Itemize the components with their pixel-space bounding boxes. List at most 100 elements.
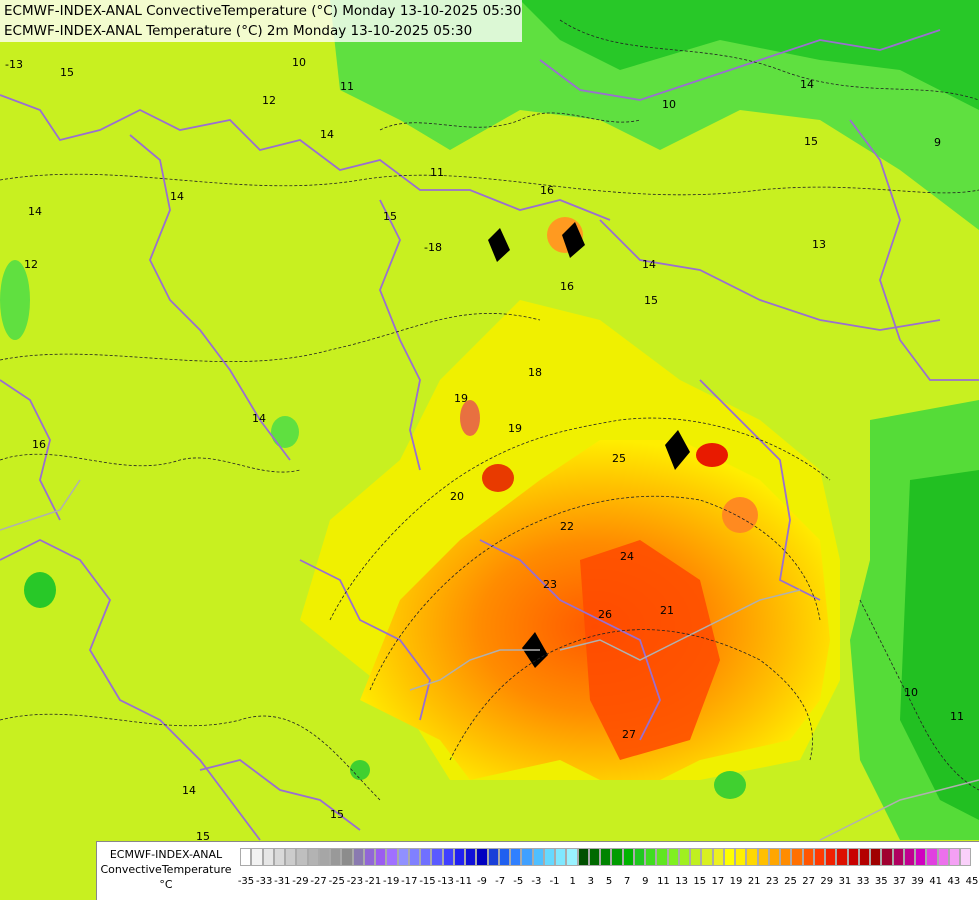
legend-swatch (442, 848, 454, 866)
contour-label: 25 (612, 452, 626, 465)
legend-swatch (285, 848, 297, 866)
hot-spot (482, 464, 514, 492)
legend-swatch (453, 848, 465, 866)
contour-label: 14 (800, 78, 814, 91)
legend-swatch (476, 848, 488, 866)
legend-tick-label: 15 (693, 876, 707, 887)
legend-swatch (487, 848, 499, 866)
legend-tick-label: -27 (310, 876, 327, 887)
legend-swatch (757, 848, 769, 866)
legend-swatch (926, 848, 938, 866)
legend-swatch (296, 848, 308, 866)
legend-swatch (431, 848, 443, 866)
legend-swatch (498, 848, 510, 866)
contour-label: 14 (28, 205, 42, 218)
contour-label: 16 (560, 280, 574, 293)
legend-swatch (768, 848, 780, 866)
legend-caption-unit: °C (159, 878, 173, 891)
legend-tick-label: -35 (237, 876, 255, 887)
contour-label: 24 (620, 550, 634, 563)
legend-swatch (273, 848, 285, 866)
contour-label: 14 (170, 190, 184, 203)
legend-tick-label: 45 (965, 876, 979, 887)
legend-swatch (543, 848, 555, 866)
contour-label: 26 (598, 608, 612, 621)
legend-tick-label: 31 (838, 876, 852, 887)
hot-spot (460, 400, 480, 436)
contour-label: 14 (320, 128, 334, 141)
contour-label: 16 (32, 438, 46, 451)
legend-swatch (240, 848, 252, 866)
contour-label: 21 (660, 604, 674, 617)
legend-swatch (318, 848, 330, 866)
contour-label: 10 (662, 98, 676, 111)
legend-swatch (633, 848, 645, 866)
legend-tick-label: 33 (856, 876, 870, 887)
map-title-convective: ECMWF-INDEX-ANAL ConvectiveTemperature (… (4, 3, 522, 19)
legend-tick-label: 37 (893, 876, 906, 887)
legend-swatch (397, 848, 409, 866)
legend-swatch (375, 848, 387, 866)
legend-swatch (712, 848, 724, 866)
legend-tick-label: -13 (437, 876, 454, 887)
legend-swatch (892, 848, 904, 866)
map-title-box: ECMWF-INDEX-ANAL ConvectiveTemperature (… (0, 0, 522, 42)
contour-label: 12 (24, 258, 38, 271)
legend-tick-label: 35 (874, 876, 888, 887)
legend-color-ramp (240, 848, 972, 866)
legend-tick-label: 23 (765, 876, 779, 887)
legend-tick-label: -29 (292, 876, 309, 887)
legend-tick-label: 29 (820, 876, 834, 887)
legend-swatch (352, 848, 364, 866)
legend-swatch (701, 848, 713, 866)
contour-label: 22 (560, 520, 574, 533)
legend-swatch (813, 848, 825, 866)
legend-swatch (645, 848, 657, 866)
legend-swatch (690, 848, 702, 866)
legend-swatch (678, 848, 690, 866)
legend-swatch (791, 848, 803, 866)
contour-label: 19 (508, 422, 522, 435)
legend-swatch (937, 848, 949, 866)
legend-swatch (510, 848, 522, 866)
legend-swatch (836, 848, 848, 866)
legend-swatch (915, 848, 927, 866)
contour-label: 14 (642, 258, 656, 271)
cool-spot (0, 260, 30, 340)
legend-tick-label: -31 (274, 876, 291, 887)
legend-tick-label: 39 (911, 876, 924, 887)
legend-swatch (341, 848, 353, 866)
legend-tick-label: 43 (947, 876, 961, 887)
contour-label: 15 (330, 808, 344, 821)
legend-tick-label: 25 (784, 876, 797, 887)
color-legend: ECMWF-INDEX-ANAL ConvectiveTemperature °… (96, 841, 979, 900)
contour-label: 10 (292, 56, 306, 69)
legend-swatch (870, 848, 882, 866)
legend-tick-label: -11 (455, 876, 472, 887)
legend-tick-label: -15 (419, 876, 436, 887)
contour-label: 15 (383, 210, 397, 223)
legend-tick-label: 11 (657, 876, 670, 887)
contour-label: -18 (424, 241, 442, 254)
legend-swatch (465, 848, 477, 866)
legend-tick-label: -5 (513, 876, 524, 887)
legend-swatch (566, 848, 578, 866)
legend-swatch (825, 848, 837, 866)
hot-spot (722, 497, 758, 533)
legend-tick-label: 19 (729, 876, 743, 887)
legend-tick-label: 41 (929, 876, 943, 887)
legend-tick-label: -33 (255, 876, 273, 887)
cool-spot (350, 760, 370, 780)
contour-label: 18 (528, 366, 542, 379)
legend-swatch (960, 848, 972, 866)
legend-swatch (588, 848, 600, 866)
legend-swatch (723, 848, 735, 866)
legend-tick-label: -17 (401, 876, 418, 887)
legend-swatch (363, 848, 375, 866)
legend-caption-source: ECMWF-INDEX-ANAL (109, 848, 223, 861)
legend-swatch (611, 848, 623, 866)
legend-swatch (802, 848, 814, 866)
legend-swatch (251, 848, 263, 866)
legend-tick-label: -21 (364, 876, 382, 887)
contour-label: 19 (454, 392, 468, 405)
